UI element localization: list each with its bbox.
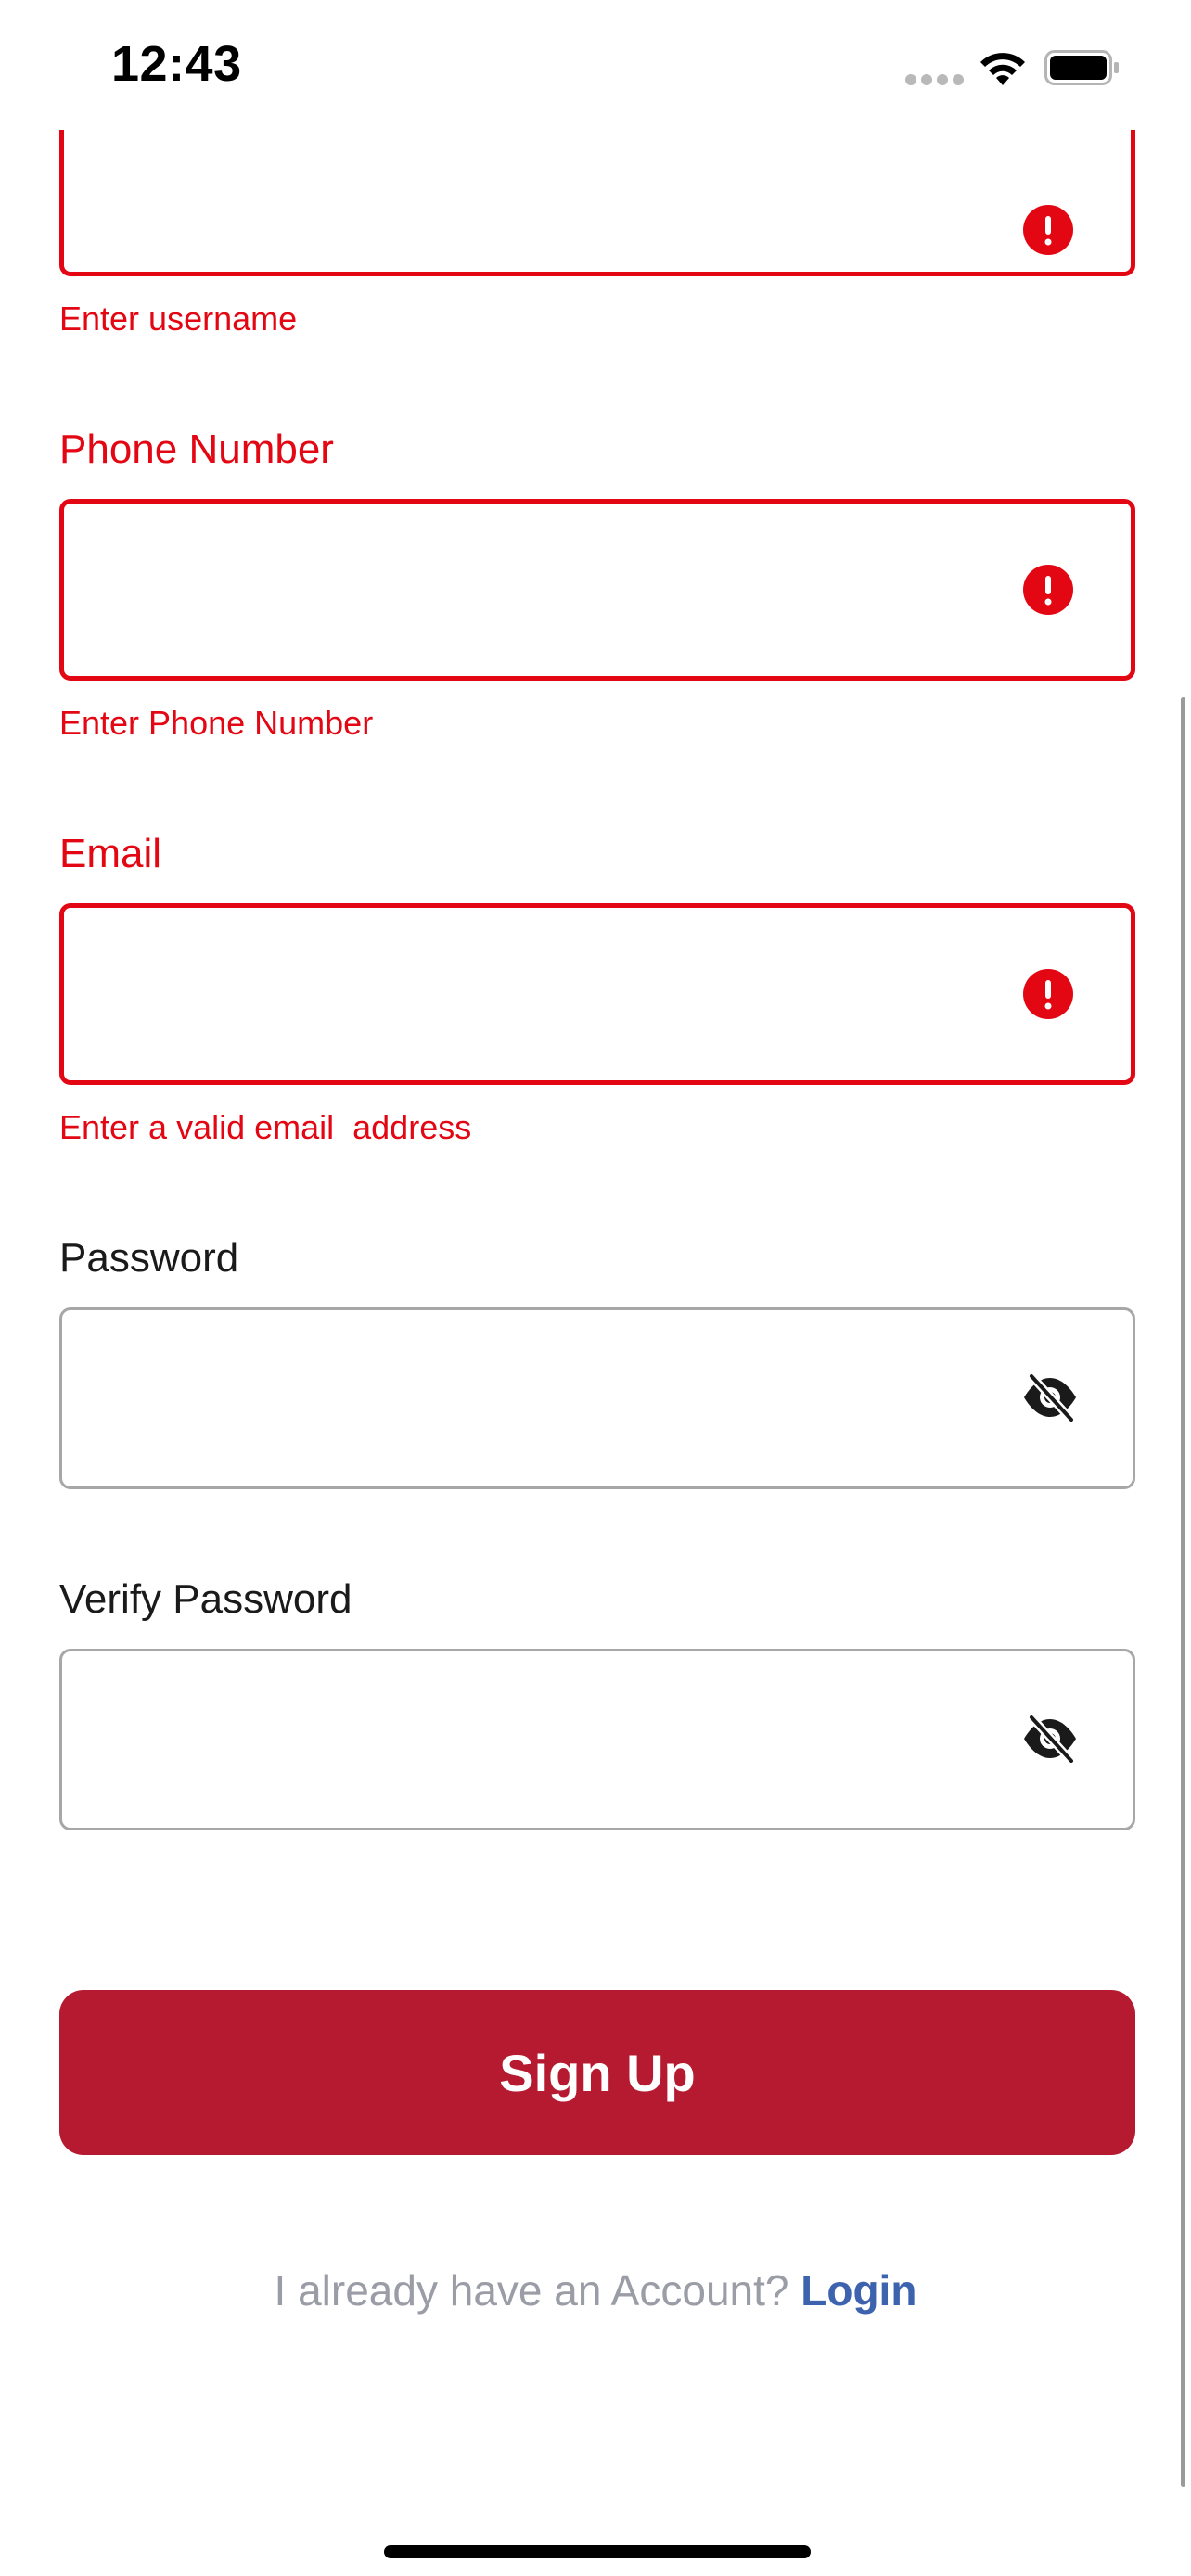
- eye-slash-icon[interactable]: [1021, 1373, 1079, 1422]
- scroll-indicator[interactable]: [1181, 697, 1185, 2487]
- status-time: 12:43: [111, 36, 242, 92]
- error-icon: [1023, 565, 1073, 615]
- login-row: I already have an Account? Login: [0, 2264, 1191, 2316]
- email-label: Email: [59, 831, 162, 876]
- verify-password-input[interactable]: [84, 1651, 1016, 1830]
- login-link[interactable]: Login: [800, 2266, 916, 2315]
- eye-slash-icon[interactable]: [1021, 1715, 1079, 1763]
- email-error: Enter a valid email address: [59, 1108, 472, 1146]
- phone-label: Phone Number: [59, 427, 334, 472]
- username-error: Enter username: [59, 300, 298, 338]
- battery-icon: [1044, 50, 1119, 85]
- password-field[interactable]: [59, 1307, 1135, 1489]
- status-bar: 12:43: [0, 0, 1191, 130]
- cellular-dots-icon: [905, 74, 965, 85]
- email-field[interactable]: [59, 903, 1135, 1085]
- password-label: Password: [59, 1235, 239, 1281]
- phone-input[interactable]: [86, 504, 1018, 678]
- verify-password-field[interactable]: [59, 1649, 1135, 1830]
- verify-password-label: Verify Password: [59, 1576, 352, 1622]
- signup-button[interactable]: Sign Up: [59, 1990, 1135, 2155]
- email-input[interactable]: [86, 908, 1018, 1082]
- login-prompt: I already have an Account?: [274, 2266, 789, 2315]
- error-icon: [1023, 205, 1073, 255]
- home-indicator[interactable]: [384, 2545, 811, 2558]
- password-input[interactable]: [84, 1310, 1016, 1488]
- error-icon: [1023, 969, 1073, 1019]
- wifi-icon: [980, 53, 1025, 85]
- phone-error: Enter Phone Number: [59, 704, 374, 742]
- phone-field[interactable]: [59, 499, 1135, 681]
